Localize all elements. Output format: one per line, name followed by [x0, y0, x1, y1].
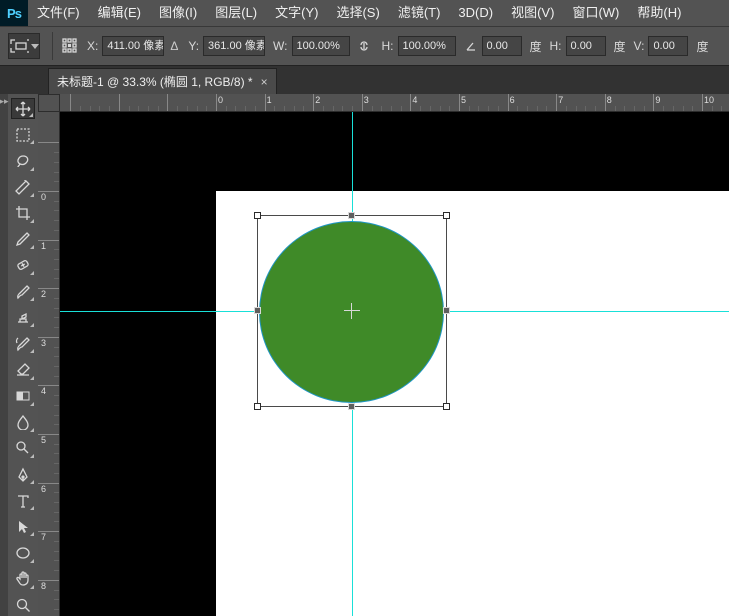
ruler-v-label: 6 [41, 484, 46, 494]
ruler-v-label: 2 [41, 289, 46, 299]
h-input[interactable]: 100.00% [398, 36, 456, 56]
app-logo-icon: Ps [0, 0, 28, 26]
handle-sw[interactable] [254, 403, 261, 410]
document-tab-title: 未标题-1 @ 33.3% (椭圆 1, RGB/8) * [57, 73, 253, 90]
tool-gradient[interactable] [11, 386, 35, 407]
link-icon[interactable] [357, 39, 371, 53]
menu-type[interactable]: 文字(Y) [266, 0, 327, 26]
w-input[interactable]: 100.00% [292, 36, 350, 56]
separator [52, 32, 53, 60]
menu-filter[interactable]: 滤镜(T) [389, 0, 450, 26]
tool-blur[interactable] [11, 412, 35, 433]
handle-se[interactable] [443, 403, 450, 410]
canvas-viewport[interactable] [60, 112, 729, 616]
ruler-v-label: 7 [41, 532, 46, 542]
tool-marquee[interactable] [11, 124, 35, 145]
ruler-h-label: 7 [558, 95, 563, 105]
tool-pen[interactable] [11, 464, 35, 485]
tool-crop[interactable] [11, 203, 35, 224]
tool-eyedropper[interactable] [11, 229, 35, 250]
menu-view[interactable]: 视图(V) [502, 0, 563, 26]
menu-select[interactable]: 选择(S) [327, 0, 388, 26]
tool-magic-wand[interactable] [11, 177, 35, 198]
ruler-h-label: 1 [267, 95, 272, 105]
tool-clone-stamp[interactable] [11, 307, 35, 328]
handle-n[interactable] [348, 212, 355, 219]
menu-3d[interactable]: 3D(D) [449, 0, 502, 26]
handle-nw[interactable] [254, 212, 261, 219]
ruler-v-label: 5 [41, 435, 46, 445]
h-label: H: [382, 39, 394, 53]
menu-bar: Ps 文件(F) 编辑(E) 图像(I) 图层(L) 文字(Y) 选择(S) 滤… [0, 0, 729, 26]
reference-point-icon[interactable] [61, 37, 79, 55]
tool-zoom[interactable] [11, 595, 35, 616]
angle-unit: 度 [530, 38, 542, 55]
ruler-h-label: 9 [655, 95, 660, 105]
options-bar: X: 411.00 像素 Δ Y: 361.00 像素 W: 100.00% H… [0, 26, 729, 66]
close-icon[interactable]: × [261, 75, 268, 89]
ruler-v-label: 3 [41, 338, 46, 348]
tool-move[interactable] [11, 98, 35, 119]
menu-file[interactable]: 文件(F) [28, 0, 89, 26]
ruler-v-label: 0 [41, 192, 46, 202]
y-label: Y: [188, 39, 199, 53]
tool-healing[interactable] [11, 255, 35, 276]
transform-center-icon[interactable] [347, 306, 357, 316]
ruler-h-label: 5 [461, 95, 466, 105]
ruler-h-label: 0 [218, 95, 223, 105]
handle-w[interactable] [254, 307, 261, 314]
transform-bounding-box[interactable] [257, 215, 447, 407]
menu-image[interactable]: 图像(I) [150, 0, 206, 26]
ruler-h-label: 8 [607, 95, 612, 105]
ruler-h-label: 3 [364, 95, 369, 105]
tool-type[interactable] [11, 490, 35, 511]
angle-input[interactable]: 0.00 [482, 36, 522, 56]
menu-help[interactable]: 帮助(H) [628, 0, 690, 26]
delta-icon[interactable]: Δ [170, 39, 178, 53]
ruler-corner [38, 94, 60, 112]
handle-e[interactable] [443, 307, 450, 314]
menu-edit[interactable]: 编辑(E) [89, 0, 150, 26]
ruler-horizontal[interactable]: 01234567891011 [60, 94, 729, 112]
main-area: ▸▸ 01234567891011 0123456789 [0, 94, 729, 616]
tool-lasso[interactable] [11, 150, 35, 171]
panel-collapse-strip[interactable]: ▸▸ [0, 94, 8, 616]
ruler-h-label: 10 [704, 95, 714, 105]
vskew-unit: 度 [696, 38, 708, 55]
ruler-v-label: 1 [41, 241, 46, 251]
tool-eraser[interactable] [11, 359, 35, 380]
ruler-vertical[interactable]: 0123456789 [38, 112, 60, 616]
ruler-v-label: 4 [41, 386, 46, 396]
tool-hand[interactable] [11, 569, 35, 590]
handle-s[interactable] [348, 403, 355, 410]
ruler-h-label: 4 [412, 95, 417, 105]
hskew-unit: 度 [614, 38, 626, 55]
hskew-label: H: [550, 39, 562, 53]
angle-icon [464, 39, 478, 53]
document-tab[interactable]: 未标题-1 @ 33.3% (椭圆 1, RGB/8) * × [48, 68, 277, 94]
ruler-v-label: 8 [41, 581, 46, 591]
hskew-input[interactable]: 0.00 [566, 36, 606, 56]
y-input[interactable]: 361.00 像素 [203, 36, 265, 56]
document-tab-bar: 未标题-1 @ 33.3% (椭圆 1, RGB/8) * × [0, 66, 729, 94]
x-input[interactable]: 411.00 像素 [102, 36, 164, 56]
vskew-input[interactable]: 0.00 [648, 36, 688, 56]
toolbox [8, 94, 38, 616]
menu-layer[interactable]: 图层(L) [206, 0, 266, 26]
menu-window[interactable]: 窗口(W) [563, 0, 628, 26]
tool-brush[interactable] [11, 281, 35, 302]
tool-history-brush[interactable] [11, 333, 35, 354]
handle-ne[interactable] [443, 212, 450, 219]
ruler-h-label: 2 [315, 95, 320, 105]
canvas-region: 01234567891011 0123456789 [38, 94, 729, 616]
transform-tool-preset-icon[interactable] [8, 33, 40, 59]
x-label: X: [87, 39, 98, 53]
w-label: W: [273, 39, 287, 53]
tool-shape[interactable] [11, 542, 35, 563]
tool-path-select[interactable] [11, 516, 35, 537]
tool-dodge[interactable] [11, 438, 35, 459]
ruler-h-label: 6 [510, 95, 515, 105]
vskew-label: V: [634, 39, 645, 53]
